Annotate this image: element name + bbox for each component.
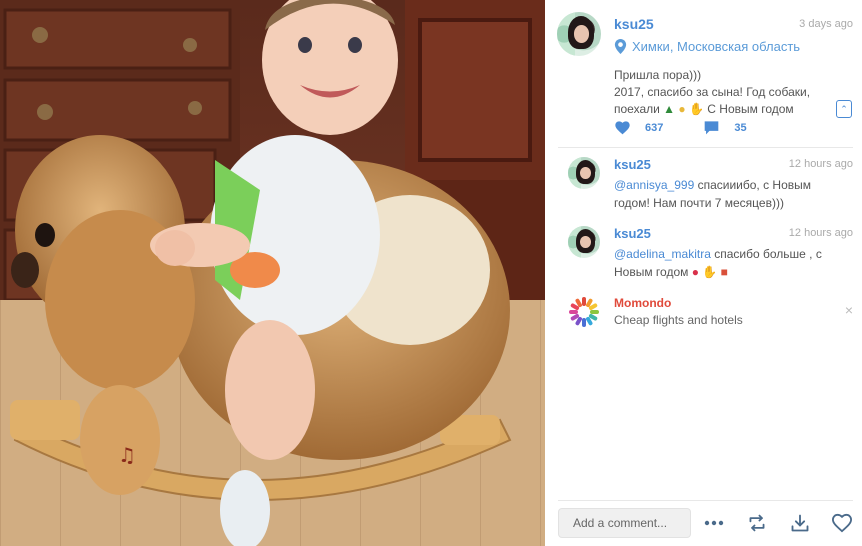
clap-emoji-icon: ✋ bbox=[702, 265, 718, 279]
comments-stat[interactable]: 35 bbox=[703, 120, 747, 135]
comment-item: ksu25 12 hours ago @adelina_makitra спас… bbox=[568, 226, 853, 286]
comment-mention[interactable]: @annisya_999 bbox=[614, 178, 694, 192]
download-icon[interactable] bbox=[789, 512, 811, 534]
location-label: Химки, Московская область bbox=[632, 39, 801, 54]
comment-icon bbox=[705, 121, 719, 135]
expand-icon: ⌃ bbox=[840, 103, 848, 114]
momondo-logo-icon bbox=[569, 297, 599, 327]
caption-line-3: поехали ▲ ● ✋ С Новым годом bbox=[614, 101, 829, 118]
svg-text:♫: ♫ bbox=[118, 443, 136, 467]
kiss-emoji-icon: ● bbox=[691, 265, 699, 279]
more-icon[interactable] bbox=[703, 512, 725, 534]
photo-illustration: ♫ bbox=[0, 0, 545, 546]
comment-time: 12 hours ago bbox=[788, 158, 853, 170]
comments-count: 35 bbox=[734, 121, 747, 134]
close-icon[interactable]: × bbox=[845, 302, 853, 318]
caption-line-3-text: поехали bbox=[614, 102, 660, 116]
post-location[interactable]: Химки, Московская область bbox=[614, 39, 800, 54]
comment-text: @annisya_999 спасииибо, с Новым годом! Н… bbox=[614, 176, 849, 212]
divider bbox=[558, 500, 853, 501]
clap-emoji-icon: ✋ bbox=[689, 102, 704, 116]
caption-line-1: Пришла пора))) bbox=[614, 68, 702, 82]
comment-avatar[interactable] bbox=[568, 226, 600, 258]
smile-emoji-icon: ● bbox=[678, 102, 686, 116]
comment-avatar[interactable] bbox=[568, 157, 600, 189]
tree-emoji-icon: ▲ bbox=[663, 102, 676, 116]
comment-item: ksu25 12 hours ago @annisya_999 спасиииб… bbox=[568, 157, 853, 217]
author-username[interactable]: ksu25 bbox=[614, 16, 654, 32]
add-comment-button[interactable]: Add a comment... bbox=[558, 508, 691, 538]
gift-emoji-icon: ■ bbox=[720, 265, 728, 279]
post-stats: 637 35 bbox=[614, 120, 747, 135]
post-header: ksu25 3 days ago Химки, Московская облас… bbox=[557, 12, 853, 60]
comment-mention[interactable]: @adelina_makitra bbox=[614, 247, 711, 261]
post-caption: Пришла пора))) 2017, спасибо за сына! Го… bbox=[614, 67, 829, 118]
sponsored-ad[interactable]: Momondo Cheap flights and hotels × bbox=[568, 294, 853, 334]
repost-icon[interactable] bbox=[746, 512, 768, 534]
ad-subtitle: Cheap flights and hotels bbox=[614, 313, 743, 327]
author-avatar[interactable] bbox=[557, 12, 601, 56]
comment-username[interactable]: ksu25 bbox=[614, 157, 651, 172]
caption-line-2: 2017, спасибо за сына! Год собаки, bbox=[614, 85, 811, 99]
comment-text: @adelina_makitra спасибо больше , с Новы… bbox=[614, 245, 849, 281]
likes-count: 637 bbox=[645, 121, 664, 134]
ad-title[interactable]: Momondo bbox=[614, 296, 671, 310]
like-outline-icon[interactable] bbox=[831, 512, 853, 534]
post-time: 3 days ago bbox=[799, 18, 853, 30]
divider bbox=[558, 147, 853, 148]
comment-time: 12 hours ago bbox=[788, 227, 853, 239]
post-photo[interactable]: ♫ bbox=[0, 0, 545, 546]
location-pin-icon bbox=[614, 39, 627, 54]
likes-stat[interactable]: 637 bbox=[614, 120, 663, 135]
heart-icon bbox=[615, 121, 630, 135]
expand-caption-button[interactable]: ⌃ bbox=[836, 100, 852, 118]
post-footer: Add a comment... bbox=[558, 508, 854, 538]
caption-line-3-end: С Новым годом bbox=[707, 102, 794, 116]
comment-username[interactable]: ksu25 bbox=[614, 226, 651, 241]
